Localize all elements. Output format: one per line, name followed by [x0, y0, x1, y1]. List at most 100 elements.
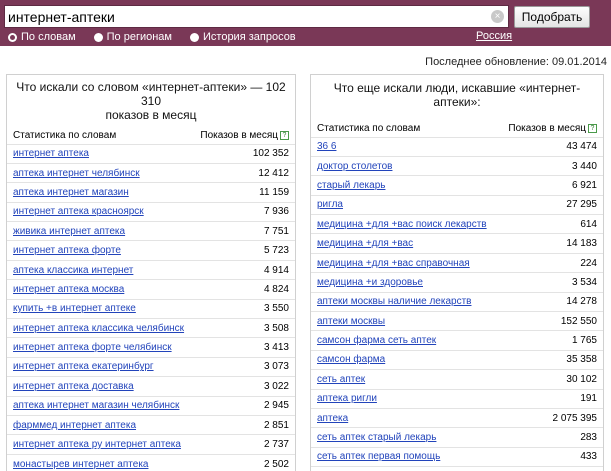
- query-link[interactable]: аптека интернет магазин челябинск: [13, 400, 179, 411]
- mode-by-regions[interactable]: По регионам: [93, 31, 172, 43]
- query-cell: аптека интернет челябинск: [7, 162, 193, 183]
- table-row: интернет аптека ру интернет аптека 2 737: [7, 434, 295, 455]
- query-cell: аптека интернет магазин челябинск: [7, 395, 193, 416]
- query-cell: интернет аптека екатеринбург: [7, 356, 193, 377]
- query-link[interactable]: интернет аптека форте: [13, 245, 121, 256]
- query-link[interactable]: аптеки москвы: [317, 316, 385, 327]
- region-link[interactable]: Россия: [476, 30, 512, 42]
- query-cell: сеть аптек первая помощь: [311, 446, 499, 467]
- left-results-panel: Что искали со словом «интернет-аптеки» —…: [6, 74, 296, 471]
- query-link[interactable]: сеть аптек: [317, 374, 365, 385]
- query-link[interactable]: медицина +для +вас: [317, 238, 413, 249]
- mode-by-words[interactable]: По словам: [8, 31, 76, 43]
- table-row: аптеки москвы наличие лекарств 14 278: [311, 291, 603, 312]
- query-cell: интернет аптека форте: [7, 240, 193, 261]
- query-link[interactable]: монастырев интернет аптека: [13, 459, 148, 470]
- table-row: купить +в интернет аптеке 3 550: [7, 298, 295, 319]
- table-row: аптека интернет магазин челябинск 2 945: [7, 395, 295, 416]
- query-link[interactable]: купить +в интернет аптеке: [13, 303, 136, 314]
- table-row: аптеки москвы 152 550: [311, 311, 603, 331]
- search-mode-group: По словам По регионам История запросов: [8, 30, 314, 44]
- right-results-panel: Что еще искали люди, искавшие «интернет-…: [310, 74, 604, 471]
- table-row: интернет аптека красноярск 7 936: [7, 201, 295, 222]
- query-cell: монастырев интернет аптека: [7, 453, 193, 471]
- table-row: аптека 2 075 395: [311, 407, 603, 428]
- count-cell: 12 412: [192, 162, 295, 183]
- query-link[interactable]: самсон фарма сеть аптек: [317, 335, 436, 346]
- query-link[interactable]: интернет аптека екатеринбург: [13, 361, 154, 372]
- count-cell: 4 824: [192, 279, 295, 300]
- right-panel-title: Что еще искали люди, искавшие «интернет-…: [333, 81, 581, 109]
- table-row: сеть аптек ригла462: [311, 466, 603, 471]
- query-link[interactable]: аптека ригли: [317, 393, 377, 404]
- count-cell: 2 075 395: [498, 407, 603, 428]
- table-row: медицина +для +вас 14 183: [311, 233, 603, 254]
- query-link[interactable]: интернет аптека красноярск: [13, 206, 144, 217]
- table-row: аптека интернет магазин 11 159: [7, 182, 295, 203]
- table-row: аптека классика интернет 4 914: [7, 259, 295, 280]
- radio-icon[interactable]: [8, 32, 17, 42]
- count-cell: 11 159: [192, 182, 295, 203]
- query-cell: доктор столетов: [311, 155, 499, 176]
- count-cell: 3 508: [192, 318, 295, 338]
- table-row: самсон фарма сеть аптек 1 765: [311, 330, 603, 351]
- table-row: интернет аптека форте челябинск 3 413: [7, 337, 295, 358]
- left-panel-title: Что искали со словом «интернет-аптеки» —…: [7, 75, 295, 122]
- query-link[interactable]: аптека интернет магазин: [13, 187, 129, 198]
- query-link[interactable]: аптеки москвы наличие лекарств: [317, 296, 471, 307]
- query-link[interactable]: медицина +для +вас поиск лекарств: [317, 219, 487, 230]
- search-input[interactable]: [8, 8, 488, 25]
- count-cell: 43 474: [498, 136, 603, 157]
- query-cell: сеть аптек: [311, 369, 499, 390]
- query-link[interactable]: доктор столетов: [317, 161, 392, 172]
- table-row: живика интернет аптека 7 751: [7, 221, 295, 241]
- table-row: интернет аптека екатеринбург 3 073: [7, 356, 295, 377]
- query-cell: медицина +и здоровье: [311, 272, 499, 293]
- help-icon[interactable]: ?: [280, 131, 289, 141]
- count-cell: 433: [498, 446, 603, 467]
- query-link[interactable]: самсон фарма: [317, 354, 385, 365]
- radio-icon[interactable]: [190, 32, 199, 42]
- mode-label: История запросов: [203, 31, 296, 43]
- count-cell: 4 914: [192, 259, 295, 280]
- query-link[interactable]: аптека классика интернет: [13, 265, 133, 276]
- query-link[interactable]: фарммед интернет аптека: [13, 420, 136, 431]
- query-cell: аптека интернет магазин: [7, 182, 193, 203]
- clear-icon[interactable]: ×: [491, 10, 504, 23]
- count-cell: 2 945: [192, 395, 295, 416]
- query-link[interactable]: старый лекарь: [317, 180, 385, 191]
- radio-icon[interactable]: [93, 32, 103, 42]
- query-cell: аптеки москвы наличие лекарств: [311, 291, 499, 312]
- query-link[interactable]: интернет аптека классика челябинск: [13, 323, 184, 334]
- query-link[interactable]: сеть аптек первая помощь: [317, 451, 440, 462]
- query-link[interactable]: аптека: [317, 413, 348, 424]
- count-cell: 27 295: [498, 194, 603, 215]
- query-link[interactable]: интернет аптека доставка: [13, 381, 134, 392]
- query-link[interactable]: интернет аптека: [13, 148, 89, 159]
- count-cell: 7 751: [192, 221, 295, 241]
- query-link[interactable]: живика интернет аптека: [13, 226, 125, 237]
- query-link[interactable]: ригла: [317, 199, 343, 210]
- table-row: 36 6 43 474: [311, 136, 603, 157]
- query-link[interactable]: сеть аптек старый лекарь: [317, 432, 436, 443]
- query-link[interactable]: медицина +для +вас справочная: [317, 258, 470, 269]
- table-row: монастырев интернет аптека 2 502: [7, 453, 295, 471]
- table-row: старый лекарь 6 921: [311, 175, 603, 196]
- count-cell: 614: [498, 214, 603, 234]
- query-link[interactable]: интернет аптека ру интернет аптека: [13, 439, 181, 450]
- query-link[interactable]: аптека интернет челябинск: [13, 168, 140, 179]
- table-row: интернет аптека форте 5 723: [7, 240, 295, 261]
- table-row: медицина +для +вас справочная 224: [311, 252, 603, 273]
- query-link[interactable]: интернет аптека москва: [13, 284, 124, 295]
- mode-history[interactable]: История запросов: [190, 31, 296, 43]
- query-link[interactable]: интернет аптека форте челябинск: [13, 342, 172, 353]
- query-cell: интернет аптека москва: [7, 279, 193, 300]
- query-link[interactable]: медицина +и здоровье: [317, 277, 423, 288]
- submit-button[interactable]: Подобрать: [514, 6, 590, 28]
- table-row: сеть аптек 30 102: [311, 369, 603, 390]
- query-link[interactable]: 36 6: [317, 141, 336, 152]
- left-results-table: Статистика по словам Показов в месяц? ин…: [7, 128, 295, 471]
- query-cell: аптека классика интернет: [7, 259, 193, 280]
- help-icon[interactable]: ?: [588, 124, 597, 134]
- search-field[interactable]: ×: [4, 5, 509, 28]
